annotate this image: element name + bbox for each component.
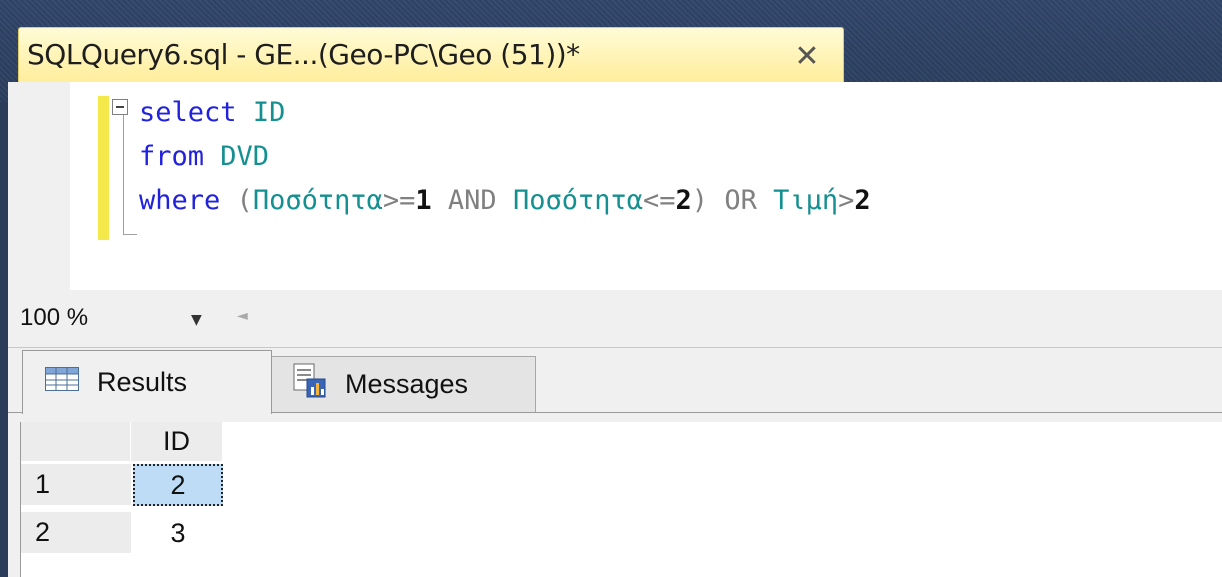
keyword-select: select xyxy=(139,97,237,128)
operator-lte: <= xyxy=(643,185,676,216)
grid-cell[interactable]: 3 xyxy=(133,512,223,554)
paren-open: ( xyxy=(236,185,253,216)
code-line-2: from DVD xyxy=(139,139,269,175)
identifier-table: DVD xyxy=(220,141,270,172)
document-tab-title: SQLQuery6.sql - GE...(Geo-PC\Geo (51))* xyxy=(27,38,580,71)
close-icon[interactable]: ✕ xyxy=(787,36,827,76)
number-literal: 1 xyxy=(415,185,432,216)
results-pane: Results Messages ID 1 2 2 3 xyxy=(8,348,1222,577)
tab-results[interactable]: Results xyxy=(22,350,272,414)
number-literal: 2 xyxy=(675,185,692,216)
identifier-price: Τιμή xyxy=(773,185,839,216)
grid-corner-cell[interactable] xyxy=(21,422,131,462)
code-line-1: select ID xyxy=(139,95,285,131)
identifier-quantity: Ποσότητα xyxy=(512,185,643,216)
keyword-or: OR xyxy=(724,185,757,216)
keyword-and: AND xyxy=(447,185,497,216)
paren-close: ) xyxy=(691,185,709,216)
identifier-id: ID xyxy=(252,97,286,128)
outline-end xyxy=(123,234,137,235)
zoom-bar: 100 % ▼ ◄ xyxy=(8,290,1222,348)
query-editor[interactable]: select ID from DVD where (Ποσότητα>=1 AN… xyxy=(8,82,1222,290)
results-grid[interactable]: ID 1 2 2 3 xyxy=(20,422,1222,577)
keyword-where: where xyxy=(139,185,221,216)
editor-gutter xyxy=(8,82,70,290)
outline-line xyxy=(123,115,124,235)
code-line-3: where (Ποσότητα>=1 AND Ποσότητα<=2) OR Τ… xyxy=(139,183,871,219)
grid-cell-selected[interactable]: 2 xyxy=(133,464,223,506)
keyword-from: from xyxy=(139,141,205,172)
row-number[interactable]: 2 xyxy=(21,512,131,554)
zoom-dropdown[interactable]: 100 % xyxy=(20,304,88,332)
tab-messages[interactable]: Messages xyxy=(270,356,536,412)
chevron-down-icon[interactable]: ▼ xyxy=(191,312,202,328)
number-literal: 2 xyxy=(854,185,871,216)
scroll-left-icon[interactable]: ◄ xyxy=(237,308,248,324)
messages-icon xyxy=(293,363,327,406)
tab-results-label: Results xyxy=(97,367,188,397)
row-number[interactable]: 1 xyxy=(21,464,131,506)
grid-icon xyxy=(45,367,79,398)
collapse-icon[interactable] xyxy=(112,99,128,115)
change-tracking-bar xyxy=(98,96,109,240)
tab-messages-label: Messages xyxy=(345,369,469,399)
column-header-id[interactable]: ID xyxy=(131,422,223,462)
operator-gt: > xyxy=(838,185,855,216)
identifier-quantity: Ποσότητα xyxy=(252,185,383,216)
operator-gte: >= xyxy=(382,185,416,216)
